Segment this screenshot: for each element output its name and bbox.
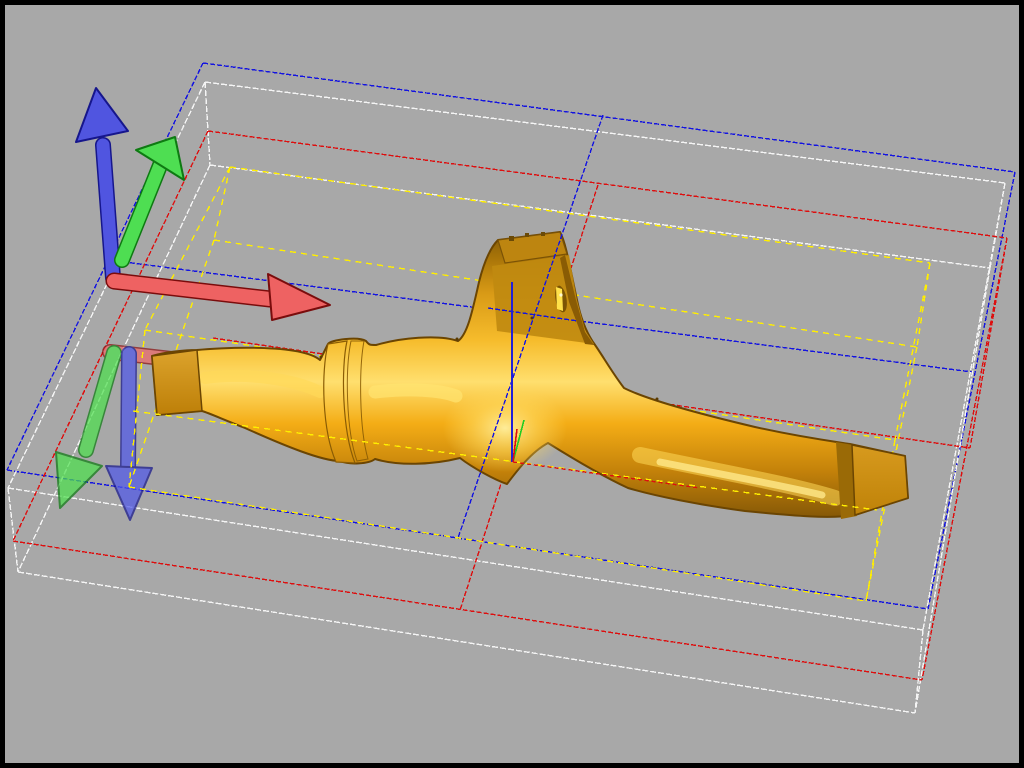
part-branch-hole-rim	[556, 287, 563, 311]
axis-z-down-arrow-lower-shaft	[128, 354, 129, 470]
part-branch-hole-glint	[559, 293, 562, 296]
part-highlight-1	[375, 390, 456, 396]
part-cap-tooth	[509, 236, 514, 241]
part-cap-tooth	[525, 233, 529, 237]
part-cap-tooth	[541, 232, 545, 236]
viewport-3d-canvas[interactable]	[0, 0, 1024, 768]
part-speck	[456, 338, 459, 341]
part-speck	[320, 356, 323, 359]
app-window	[0, 0, 1024, 768]
part-left-cap-face	[152, 350, 202, 415]
part-speck	[656, 398, 659, 401]
